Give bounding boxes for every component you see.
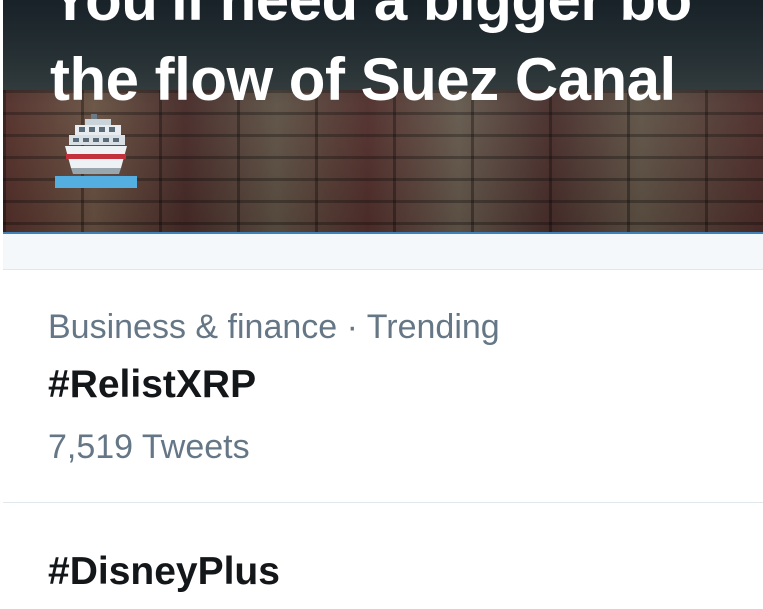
trend-item[interactable]: #DisneyPlus [3, 503, 763, 609]
trend-name[interactable]: #RelistXRP [48, 363, 256, 407]
trend-category: Business & finance · Trending [48, 308, 500, 346]
trend-hero-image[interactable]: You'll need a bigger bo the flow of Suez… [3, 0, 763, 233]
trend-name[interactable]: #DisneyPlus [48, 550, 280, 594]
hero-headline: You'll need a bigger bo the flow of Suez… [50, 0, 692, 113]
trend-tweet-count: 7,519 Tweets [48, 428, 250, 466]
section-separator [3, 234, 763, 270]
ship-icon [55, 114, 137, 188]
trend-item[interactable]: Business & finance · Trending #RelistXRP… [3, 270, 763, 502]
